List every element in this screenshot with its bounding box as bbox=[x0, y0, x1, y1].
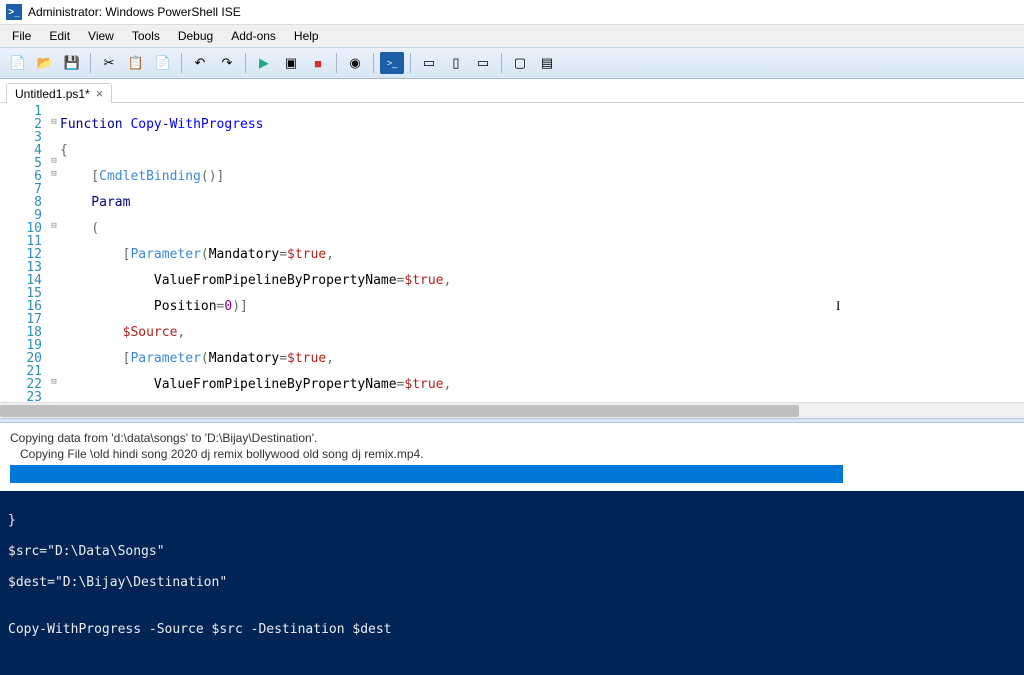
separator bbox=[181, 53, 182, 73]
console-line: $src="D:\Data\Songs" bbox=[8, 544, 1016, 560]
console-line: Copy-WithProgress -Source $src -Destinat… bbox=[8, 622, 1016, 638]
layout1-button[interactable]: ▭ bbox=[417, 52, 441, 74]
new-button[interactable]: 📄 bbox=[6, 52, 30, 74]
paste-button[interactable]: 📄 bbox=[151, 52, 175, 74]
save-button[interactable]: 💾 bbox=[60, 52, 84, 74]
separator bbox=[90, 53, 91, 73]
title-bar: >_ Administrator: Windows PowerShell ISE bbox=[0, 0, 1024, 24]
menu-file[interactable]: File bbox=[4, 27, 39, 45]
code-area[interactable]: Function Copy-WithProgress { [CmdletBind… bbox=[60, 103, 1024, 402]
run-button[interactable]: ▶ bbox=[252, 52, 276, 74]
breakpoint-button[interactable]: ◉ bbox=[343, 52, 367, 74]
copy-button[interactable]: 📋 bbox=[124, 52, 148, 74]
menu-help[interactable]: Help bbox=[286, 27, 327, 45]
separator bbox=[336, 53, 337, 73]
console-pane[interactable]: } $src="D:\Data\Songs" $dest="D:\Bijay\D… bbox=[0, 491, 1024, 675]
scrollbar-thumb[interactable] bbox=[0, 405, 799, 417]
layout3-button[interactable]: ▭ bbox=[471, 52, 495, 74]
menu-bar: File Edit View Tools Debug Add-ons Help bbox=[0, 24, 1024, 47]
progress-activity: Copying data from 'd:\data\songs' to 'D:… bbox=[10, 431, 1014, 445]
menu-debug[interactable]: Debug bbox=[170, 27, 221, 45]
separator bbox=[410, 53, 411, 73]
toolbar: 📄 📂 💾 ✂ 📋 📄 ↶ ↷ ▶ ▣ ■ ◉ >_ ▭ ▯ ▭ ▢ ▤ bbox=[0, 47, 1024, 79]
show-command-button[interactable]: ▤ bbox=[535, 52, 559, 74]
progress-status: Copying File \old hindi song 2020 dj rem… bbox=[20, 447, 1014, 461]
cut-button[interactable]: ✂ bbox=[97, 52, 121, 74]
layout2-button[interactable]: ▯ bbox=[444, 52, 468, 74]
powershell-button[interactable]: >_ bbox=[380, 52, 404, 74]
command-addon-button[interactable]: ▢ bbox=[508, 52, 532, 74]
separator bbox=[245, 53, 246, 73]
stop-button[interactable]: ■ bbox=[306, 52, 330, 74]
text-cursor-icon: I bbox=[836, 299, 840, 312]
line-numbers: 1234567891011121314151617181920212223242… bbox=[0, 103, 48, 402]
undo-button[interactable]: ↶ bbox=[188, 52, 212, 74]
app-icon: >_ bbox=[6, 4, 22, 20]
separator bbox=[373, 53, 374, 73]
menu-edit[interactable]: Edit bbox=[41, 27, 78, 45]
close-tab-icon[interactable]: × bbox=[96, 86, 104, 101]
window-title: Administrator: Windows PowerShell ISE bbox=[28, 5, 241, 19]
run-selection-button[interactable]: ▣ bbox=[279, 52, 303, 74]
script-tab[interactable]: Untitled1.ps1* × bbox=[6, 83, 112, 103]
progress-pane: Copying data from 'd:\data\songs' to 'D:… bbox=[0, 423, 1024, 491]
console-line: } bbox=[8, 513, 1016, 529]
script-editor[interactable]: 1234567891011121314151617181920212223242… bbox=[0, 103, 1024, 402]
separator bbox=[501, 53, 502, 73]
horizontal-scrollbar[interactable] bbox=[0, 402, 1024, 418]
progress-fill bbox=[10, 465, 843, 483]
fold-column[interactable]: ⊟⊟⊟⊟⊟ bbox=[48, 103, 60, 402]
tab-label: Untitled1.ps1* bbox=[15, 87, 90, 101]
menu-tools[interactable]: Tools bbox=[124, 27, 168, 45]
redo-button[interactable]: ↷ bbox=[215, 52, 239, 74]
menu-addons[interactable]: Add-ons bbox=[223, 27, 284, 45]
open-button[interactable]: 📂 bbox=[33, 52, 57, 74]
console-line: $dest="D:\Bijay\Destination" bbox=[8, 575, 1016, 591]
progress-bar bbox=[10, 465, 1014, 483]
tab-row: Untitled1.ps1* × bbox=[0, 79, 1024, 103]
menu-view[interactable]: View bbox=[80, 27, 122, 45]
